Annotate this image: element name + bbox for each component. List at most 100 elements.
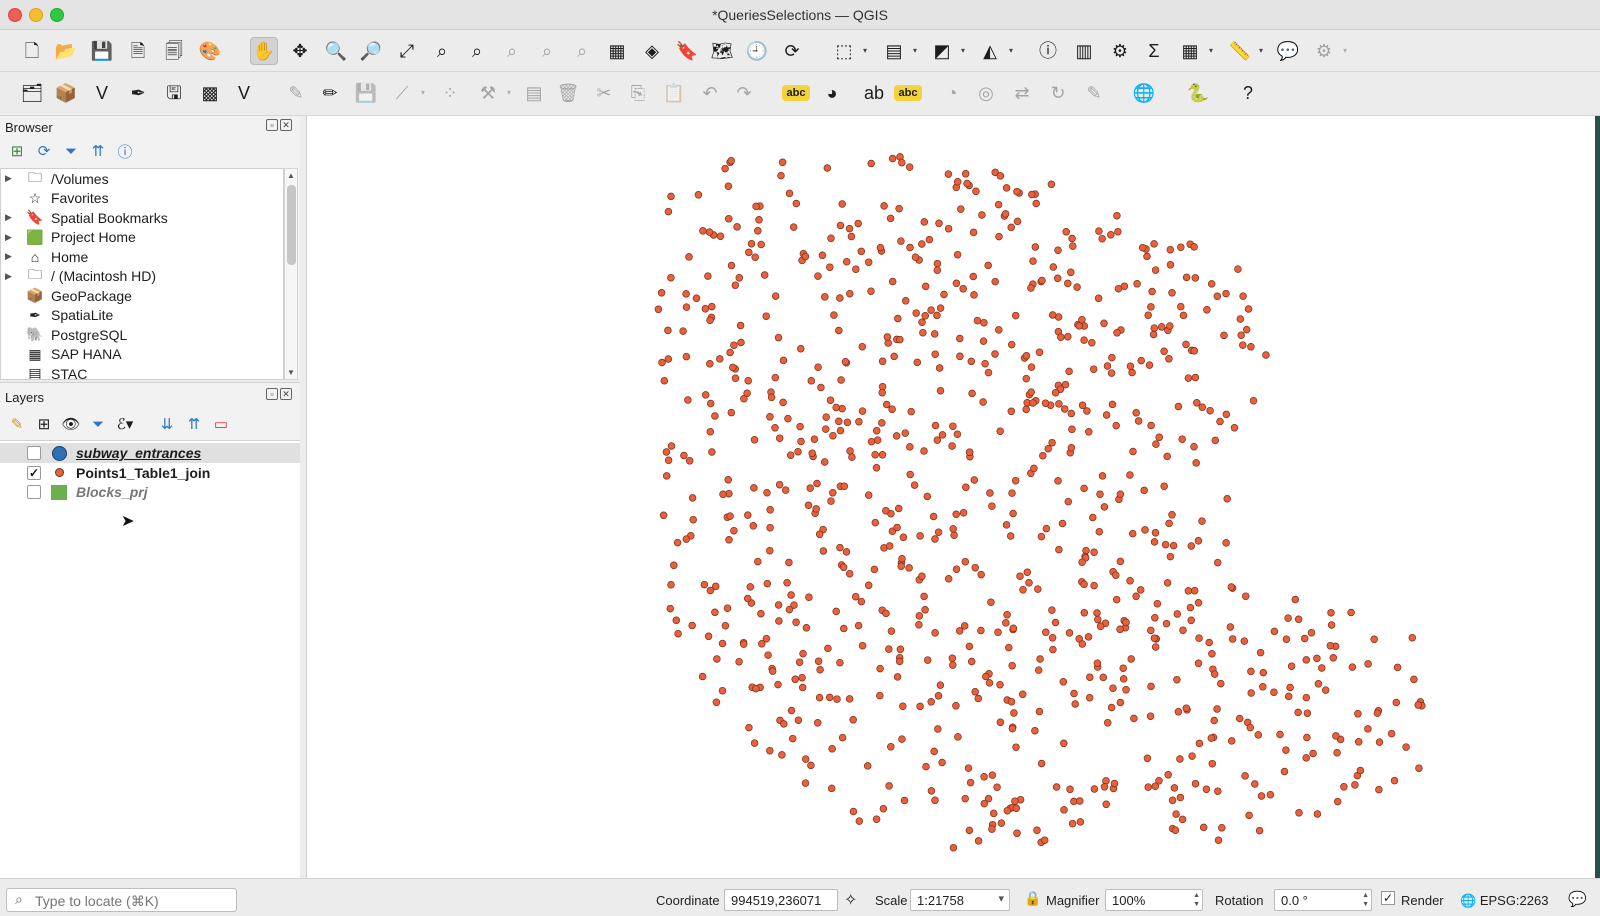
add-group-icon[interactable]: ⊞ [33, 413, 55, 435]
browser-item[interactable]: ▶ 🗀 /Volumes [1, 169, 283, 188]
zoom-to-selection-icon[interactable]: ⌕ [428, 37, 456, 65]
remove-layer-icon[interactable]: ▭ [210, 413, 232, 435]
delete-selected-icon[interactable]: 🗑 [554, 79, 582, 107]
zoom-to-layer-icon[interactable]: ⌕ [463, 37, 491, 65]
new-print-layout-icon[interactable]: 🗎 [124, 37, 152, 65]
temporal-controller-icon[interactable]: 🕘 [743, 37, 771, 65]
save-project-icon[interactable]: 💾 [88, 37, 116, 65]
move-label-icon[interactable]: ⇄ [1008, 79, 1036, 107]
refresh-icon[interactable]: ⟳ [778, 37, 806, 65]
open-attribute-table-icon[interactable]: ▥ [1070, 37, 1098, 65]
redo-icon[interactable]: ↷ [730, 79, 758, 107]
data-source-manager-icon[interactable]: 🗂 [18, 79, 46, 107]
style-manager-icon[interactable]: 🎨 [196, 37, 224, 65]
add-selected-layers-icon[interactable]: ⊞ [6, 140, 28, 162]
chevron-down-icon[interactable]: ▾ [1343, 47, 1347, 55]
properties-icon[interactable]: ⓘ [114, 140, 136, 162]
scale-field[interactable]: 1:21758 [910, 889, 1010, 911]
select-by-value-icon[interactable]: ▤ ▾ [880, 37, 917, 65]
pan-to-selection-icon[interactable]: ✥ [286, 37, 314, 65]
new-shapefile-layer-icon[interactable]: V [88, 79, 116, 107]
scroll-down-icon[interactable]: ▼ [287, 368, 295, 377]
scroll-thumb[interactable] [287, 185, 296, 265]
browser-item[interactable]: 🐘 PostgreSQL [1, 325, 283, 344]
rotation-field[interactable]: 0.0 ° ▲ ▼ [1274, 889, 1372, 911]
zoom-native-icon[interactable]: ⌕ [498, 37, 526, 65]
add-vector-layer-icon[interactable]: V [230, 79, 258, 107]
expand-all-icon[interactable]: ⇊ [156, 413, 178, 435]
new-bookmark-icon[interactable]: 🔖 [673, 37, 701, 65]
browser-item[interactable]: 📦 GeoPackage [1, 286, 283, 305]
modify-attributes-icon[interactable]: ⚒ ▾ [474, 79, 511, 107]
scroll-up-icon[interactable]: ▲ [287, 171, 295, 180]
toggle-editing-icon[interactable]: ✎ [282, 79, 310, 107]
messages-icon[interactable]: 💬 [1568, 890, 1587, 908]
expand-arrow-icon[interactable]: ▶ [5, 251, 19, 262]
zoom-out-icon[interactable]: 🔎 [357, 37, 385, 65]
current-edits-icon[interactable]: ✏ [316, 79, 344, 107]
layer-visibility-checkbox[interactable]: ✓ [27, 465, 41, 480]
copy-features-icon[interactable]: ⎘ [624, 79, 652, 107]
layer-row[interactable]: Blocks_prj [0, 482, 300, 502]
new-3d-view-icon[interactable]: ◈ [638, 37, 666, 65]
filter-legend-icon[interactable]: ⏷ [87, 413, 109, 435]
chevron-down-icon[interactable]: ▾ [863, 47, 867, 55]
python-console-icon[interactable]: 🐍 [1184, 79, 1212, 107]
layer-visibility-checkbox[interactable] [27, 485, 41, 499]
cut-features-icon[interactable]: ✂ [590, 79, 618, 107]
toggle-label-display-icon[interactable]: abc [894, 85, 922, 101]
new-virtual-layer-icon[interactable]: ▩ [196, 79, 224, 107]
select-location-icon[interactable]: ◭ ▾ [976, 37, 1013, 65]
measure-line-icon[interactable]: 📏 ▾ [1226, 37, 1263, 65]
metasearch-icon[interactable]: 🌐 [1130, 79, 1158, 107]
gps-settings-icon[interactable]: ⚙ ▾ [1310, 37, 1347, 65]
new-project-icon[interactable]: 🗋 [18, 37, 46, 65]
deselect-all-icon[interactable]: ◩ ▾ [928, 37, 965, 65]
zoom-next-icon[interactable]: ⌕ [568, 37, 596, 65]
float-panel-icon[interactable]: ▫ [266, 119, 278, 131]
chevron-down-icon[interactable]: ▾ [1009, 47, 1013, 55]
edit-table-icon[interactable]: ▤ [520, 79, 548, 107]
browser-item[interactable]: ▶ 🗀 / (Macintosh HD) [1, 266, 283, 286]
expand-arrow-icon[interactable]: ▶ [5, 173, 19, 184]
float-panel-icon[interactable]: ▫ [266, 388, 278, 400]
new-spatialite-layer-icon[interactable]: ✒ [124, 79, 152, 107]
crs-button[interactable]: 🌐 EPSG:2263 [1460, 893, 1548, 909]
rotation-spinner-icon[interactable]: ▲ ▼ [1362, 891, 1369, 909]
magnifier-field[interactable]: 100% ▲ ▼ [1105, 889, 1203, 911]
new-map-view-icon[interactable]: ▦ [603, 37, 631, 65]
help-icon[interactable]: ? [1234, 79, 1262, 107]
attribute-table-icon[interactable]: ▦ ▾ [1176, 37, 1213, 65]
select-features-icon[interactable]: ⬚ ▾ [830, 37, 867, 65]
chevron-down-icon[interactable]: ▾ [1259, 47, 1263, 55]
expand-arrow-icon[interactable]: ▶ [5, 212, 19, 223]
close-panel-icon[interactable]: ✕ [280, 388, 292, 400]
layer-diagram-icon[interactable]: ◕ [818, 79, 846, 107]
lock-scale-icon[interactable]: 🔒 [1024, 890, 1041, 907]
identify-features-icon[interactable]: ⓘ [1034, 37, 1062, 65]
chevron-down-icon[interactable]: ▾ [421, 89, 425, 97]
style-panel-icon[interactable]: ✎ [6, 413, 28, 435]
layout-manager-icon[interactable]: 🗐 [160, 37, 188, 65]
undo-icon[interactable]: ↶ [696, 79, 724, 107]
new-temporary-layer-icon[interactable]: 🖫 [160, 79, 188, 107]
toggle-extents-icon[interactable]: ✧ [844, 890, 857, 910]
browser-item[interactable]: ▶ 🟩 Project Home [1, 228, 283, 247]
change-label-icon[interactable]: ✎ [1080, 79, 1108, 107]
expand-arrow-icon[interactable]: ▶ [5, 232, 19, 243]
digitize-icon[interactable]: ⟋ ▾ [388, 79, 425, 107]
render-checkbox[interactable]: ✓ [1381, 891, 1395, 905]
vertex-tool-icon[interactable]: ⁘ [436, 79, 464, 107]
manage-visibility-icon[interactable]: 👁 [60, 413, 82, 435]
show-hide-labels-icon[interactable]: ◎ [972, 79, 1000, 107]
zoom-in-icon[interactable]: 🔍 [322, 37, 350, 65]
layer-labeling-icon[interactable]: abc [782, 85, 810, 101]
map-tips-icon[interactable]: 💬 [1274, 37, 1302, 65]
chevron-down-icon[interactable]: ▾ [507, 89, 511, 97]
locator-input[interactable] [35, 892, 233, 909]
map-canvas[interactable] [306, 116, 1595, 878]
toolbox-icon[interactable]: ⚙ [1106, 37, 1134, 65]
new-geopackage-layer-icon[interactable]: 📦 [52, 79, 80, 107]
collapse-all-layers-icon[interactable]: ⇈ [183, 413, 205, 435]
browser-scrollbar[interactable]: ▲ ▼ [284, 168, 298, 380]
